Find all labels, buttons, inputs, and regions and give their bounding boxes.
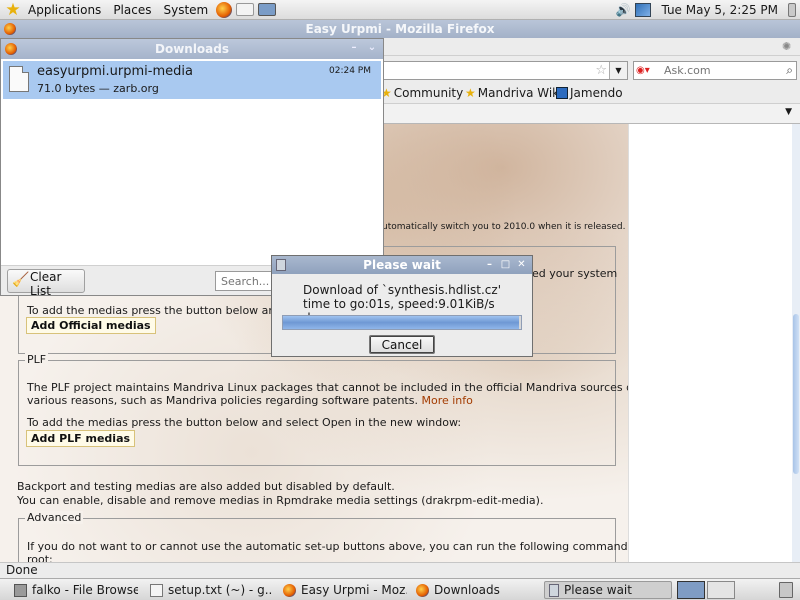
firefox-icon — [5, 43, 17, 55]
text-editor-icon — [150, 583, 163, 597]
download-progress-bar — [282, 315, 522, 330]
applications-menu[interactable]: Applications — [22, 0, 107, 20]
firefox-title: Easy Urpmi - Mozilla Firefox — [305, 22, 495, 36]
advanced-legend: Advanced — [25, 511, 84, 524]
add-plf-medias-button[interactable]: Add PLF medias — [26, 430, 136, 447]
package-icon — [549, 583, 559, 597]
page-scrollbar[interactable] — [792, 124, 800, 562]
bookmark-label: Jamendo — [570, 86, 623, 100]
plf-text-2: various reasons, such as Mandriva polici… — [27, 394, 473, 407]
firefox-icon — [4, 23, 16, 35]
advanced-text-1: If you do not want to or cannot use the … — [27, 540, 704, 553]
clock[interactable]: Tue May 5, 2:25 PM — [655, 3, 784, 17]
task-label: Downloads — [434, 583, 500, 597]
task-label: falko - File Browser — [32, 583, 138, 597]
advanced-text-2: root: — [27, 553, 53, 562]
clear-list-label: Clear List — [30, 270, 62, 298]
places-menu[interactable]: Places — [107, 0, 157, 20]
file-browser-icon — [14, 583, 27, 597]
cancel-button[interactable]: Cancel — [369, 335, 435, 354]
task-firefox[interactable]: Easy Urpmi - Moz... — [279, 581, 407, 599]
plf-more-info-link[interactable]: More info — [421, 394, 472, 407]
jamendo-icon — [556, 87, 568, 99]
search-box[interactable]: ◉▾ ⌕ — [633, 61, 797, 80]
volume-icon[interactable]: 🔊 — [615, 3, 631, 17]
download-item[interactable]: easyurpmi.urpmi-media 02:24 PM 71.0 byte… — [3, 61, 381, 99]
download-info: 71.0 bytes — zarb.org — [37, 82, 159, 95]
download-time: 02:24 PM — [329, 66, 371, 76]
backport-text-2: You can enable, disable and remove media… — [17, 494, 544, 507]
bottom-panel: falko - File Browser setup.txt (~) - g..… — [0, 578, 800, 600]
bookmark-mandriva-wiki[interactable]: ★ Mandriva Wiki — [465, 86, 562, 100]
downloads-title: Downloads — [154, 42, 230, 56]
minimize-icon[interactable]: – — [347, 41, 361, 55]
official-text: ed your system — [532, 267, 618, 280]
scrollbar-thumb[interactable] — [793, 314, 799, 474]
plf-text-2-body: various reasons, such as Mandriva polici… — [27, 394, 418, 407]
bookmark-jamendo[interactable]: Jamendo — [556, 86, 623, 100]
intro-text: utomatically switch you to 2010.0 when i… — [382, 222, 626, 232]
bookmark-label: Mandriva Wiki — [477, 86, 563, 100]
workspace-2[interactable] — [707, 581, 735, 599]
task-label: setup.txt (~) - g... — [168, 583, 272, 597]
plf-prompt: To add the medias press the button below… — [27, 416, 462, 429]
download-status-line: Download of `synthesis.hdlist.cz' — [303, 283, 502, 297]
bookmark-label: Community — [393, 86, 464, 100]
firefox-titlebar[interactable]: Easy Urpmi - Mozilla Firefox — [0, 20, 800, 38]
throbber-icon: ✺ — [782, 40, 792, 53]
firefox-launcher-icon[interactable] — [216, 1, 233, 18]
task-label: Please wait — [564, 583, 632, 597]
task-please-wait[interactable]: Please wait — [544, 581, 672, 599]
mandriva-star-icon[interactable]: ★ — [4, 1, 22, 19]
please-wait-dialog: Please wait – □ ✕ Download of `synthesis… — [271, 255, 533, 357]
battery-icon[interactable] — [788, 2, 796, 17]
network-launcher-icon[interactable] — [258, 3, 277, 16]
system-menu[interactable]: System — [157, 0, 214, 20]
system-tray: 🔊 Tue May 5, 2:25 PM — [615, 2, 800, 17]
firefox-icon — [283, 583, 296, 597]
search-icon[interactable]: ⌕ — [786, 63, 793, 78]
backport-text-1: Backport and testing medias are also add… — [17, 480, 395, 493]
close-icon[interactable]: ✕ — [515, 258, 528, 271]
file-icon — [9, 66, 29, 92]
tab-list-arrow-icon[interactable]: ▼ — [785, 107, 792, 117]
task-file-browser[interactable]: falko - File Browser — [10, 581, 138, 599]
bookmark-star-icon: ★ — [465, 86, 476, 100]
mail-launcher-icon[interactable] — [236, 3, 255, 16]
progress-fill — [283, 316, 519, 329]
plf-legend: PLF — [25, 353, 49, 366]
trash-icon[interactable] — [779, 582, 793, 598]
clear-list-button[interactable]: 🧹 Clear List — [7, 269, 85, 298]
bookmark-community[interactable]: ★ Community — [381, 86, 463, 100]
please-wait-title: Please wait — [363, 258, 441, 272]
minimize-icon[interactable]: – — [483, 258, 496, 271]
status-bar: Done — [0, 562, 800, 578]
plf-fieldset: PLF — [18, 353, 616, 466]
search-engine-icon[interactable]: ◉▾ — [636, 64, 660, 77]
download-filename: easyurpmi.urpmi-media — [37, 64, 193, 79]
url-bar[interactable]: ☆ ▼ — [382, 61, 628, 80]
right-pane — [628, 124, 792, 562]
network-status-icon[interactable] — [635, 2, 652, 17]
task-gedit[interactable]: setup.txt (~) - g... — [146, 581, 272, 599]
broom-icon: 🧹 — [12, 272, 30, 288]
workspace-1[interactable] — [677, 581, 705, 599]
task-label: Easy Urpmi - Moz... — [301, 583, 407, 597]
url-dropdown-button[interactable]: ▼ — [609, 62, 627, 79]
top-panel: ★ Applications Places System 🔊 Tue May 5… — [0, 0, 800, 20]
please-wait-titlebar[interactable]: Please wait – □ ✕ — [272, 256, 532, 274]
plf-text-1: The PLF project maintains Mandriva Linux… — [27, 381, 662, 394]
chevron-down-icon[interactable]: ⌄ — [365, 41, 379, 55]
downloads-titlebar[interactable]: Downloads – ⌄ — [1, 39, 383, 59]
add-official-medias-button[interactable]: Add Official medias — [26, 317, 156, 334]
official-prompt: To add the medias press the button below… — [27, 304, 309, 317]
maximize-icon[interactable]: □ — [499, 258, 512, 271]
bookmark-star-icon[interactable]: ☆ — [595, 63, 607, 78]
firefox-icon — [416, 583, 429, 597]
package-icon — [276, 259, 286, 271]
search-input[interactable] — [664, 63, 774, 78]
task-downloads[interactable]: Downloads — [412, 581, 538, 599]
